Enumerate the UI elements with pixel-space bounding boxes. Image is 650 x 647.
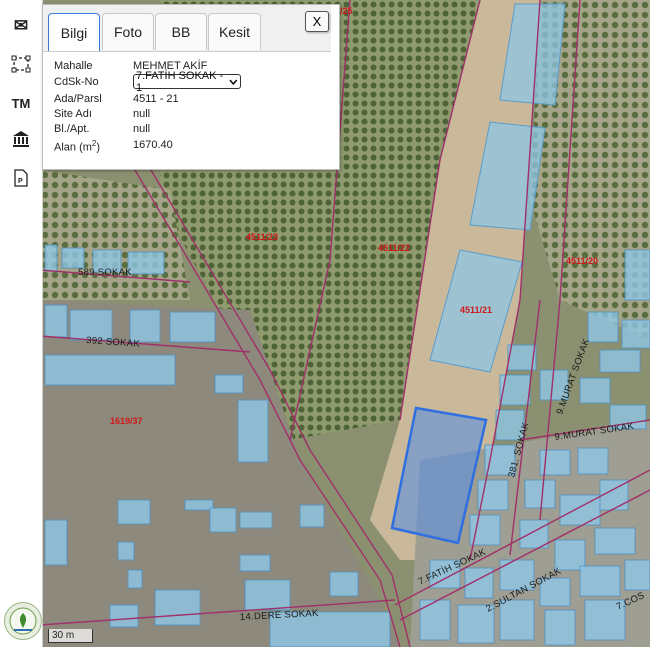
map-toolbar: ✉ TM P <box>0 0 43 647</box>
alan-label: Alan (m2) <box>54 139 101 154</box>
cdsk-selected-value: 7.FATİH SOKAK - 1 <box>136 69 224 94</box>
mahalle-label: Mahalle <box>54 60 93 72</box>
select-area-icon[interactable] <box>6 50 36 78</box>
site-label: Site Adı <box>54 108 92 120</box>
tab-bb[interactable]: BB <box>155 13 207 50</box>
tab-foto[interactable]: Foto <box>102 13 154 50</box>
cdsk-label: CdSk-No <box>54 76 99 88</box>
cdsk-select[interactable]: 7.FATİH SOKAK - 1 <box>133 70 241 94</box>
adaparsel-value: 4511 - 21 <box>133 93 179 105</box>
street-label: 589 SOKAK <box>78 267 132 278</box>
envelope-icon[interactable]: ✉ <box>6 12 36 40</box>
scale-bar: 30 m <box>48 629 93 643</box>
close-button[interactable]: X <box>305 11 329 32</box>
parcel-label: /25 <box>340 6 353 16</box>
svg-text:P: P <box>18 178 23 185</box>
parcel-label: 4511/20 <box>566 256 598 266</box>
municipality-logo <box>4 602 42 640</box>
tab-bilgi[interactable]: Bilgi <box>48 13 100 51</box>
tab-kesit[interactable]: Kesit <box>208 13 261 50</box>
chevron-down-icon <box>229 79 238 85</box>
tm-icon[interactable]: TM <box>6 89 36 117</box>
parcel-label: 4511/22 <box>378 243 410 253</box>
parcel-label: 4511/21 <box>460 305 492 315</box>
parcel-label: 1619/37 <box>110 416 143 426</box>
parcel-info-popup: Bilgi Foto BB Kesit X Mahalle MEHMET AKİ… <box>42 4 340 170</box>
parcel-label: 4511/23 <box>246 232 278 242</box>
institution-icon[interactable] <box>6 125 36 153</box>
blapt-value: null <box>133 123 151 135</box>
site-value: null <box>133 108 151 120</box>
adaparsel-label: Ada/Parsl <box>54 93 102 105</box>
pdf-icon[interactable]: P <box>6 164 36 192</box>
alan-value: 1670.40 <box>133 139 173 151</box>
blapt-label: Bl./Apt. <box>54 123 90 135</box>
popup-tab-bar: Bilgi Foto BB Kesit <box>43 5 331 52</box>
scale-label: 30 m <box>52 630 75 641</box>
